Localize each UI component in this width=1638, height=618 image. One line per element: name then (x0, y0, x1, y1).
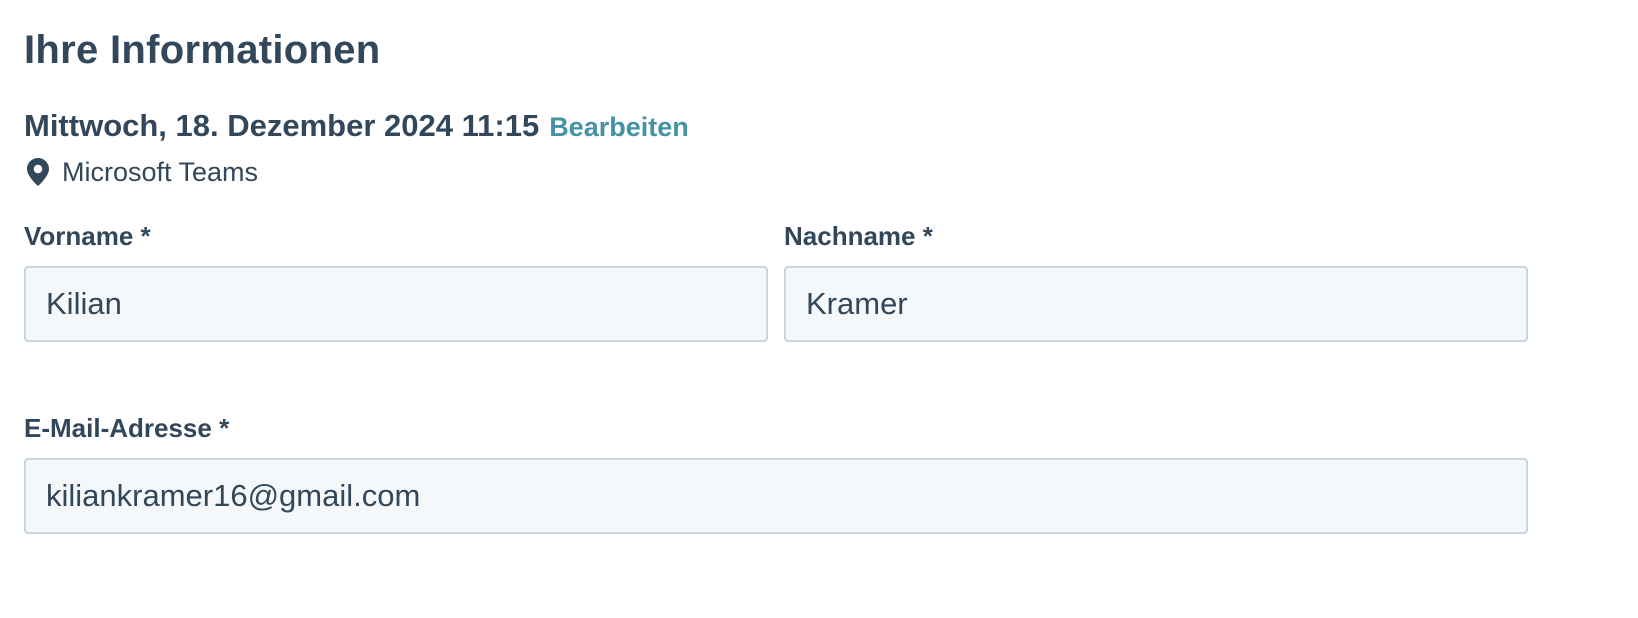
meeting-location-row: Microsoft Teams (26, 154, 258, 190)
last-name-field: Nachname * (784, 220, 1528, 342)
first-name-input[interactable] (24, 266, 768, 342)
map-pin-icon (26, 157, 50, 187)
email-field: E-Mail-Adresse * (24, 412, 1528, 534)
edit-datetime-link[interactable]: Bearbeiten (549, 107, 689, 147)
email-input[interactable] (24, 458, 1528, 534)
section-title: Ihre Informationen (24, 28, 381, 72)
first-name-label: Vorname * (24, 221, 151, 251)
first-name-field: Vorname * (24, 220, 768, 342)
email-label: E-Mail-Adresse * (24, 413, 230, 443)
meeting-datetime: Mittwoch, 18. Dezember 2024 11:15 (24, 108, 540, 143)
meeting-location: Microsoft Teams (62, 157, 259, 187)
meeting-datetime-row: Mittwoch, 18. Dezember 2024 11:15 Bearbe… (24, 106, 689, 146)
last-name-input[interactable] (784, 266, 1528, 342)
last-name-label: Nachname * (784, 221, 933, 251)
